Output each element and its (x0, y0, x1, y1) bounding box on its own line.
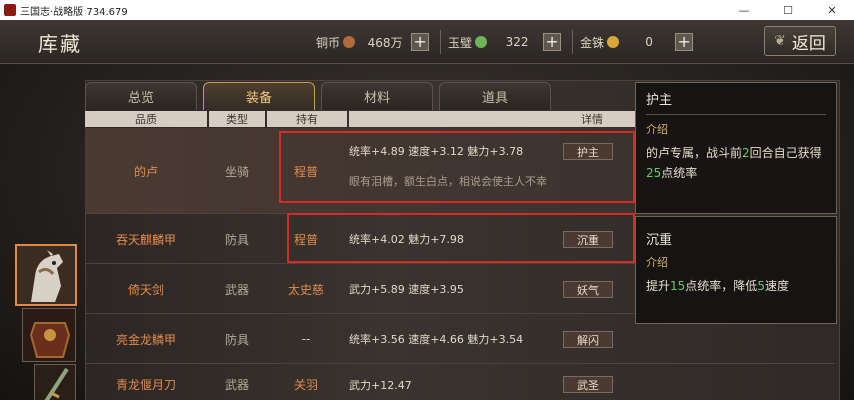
window-title: 三国志·战略版 734.679 (20, 6, 128, 18)
tooltip-number: 5 (757, 279, 765, 293)
equipment-owner: 关羽 (293, 377, 318, 392)
resource-copper: 铜币 468万 + (316, 31, 430, 53)
resource-value: 0 (645, 35, 653, 49)
column-details: 详情 (349, 111, 635, 127)
equipment-type: 防具 (224, 232, 249, 247)
resource-gold: 金铢 0 + (580, 31, 694, 53)
resource-value: 322 (505, 35, 529, 49)
tooltip-body: 的卢专属，战斗前2回合自己获得 25点统率 (636, 137, 836, 183)
resource-label: 玉璧 (448, 35, 473, 50)
maximize-button[interactable]: ☐ (766, 0, 810, 20)
copper-coin-icon (343, 36, 356, 48)
tab-overview[interactable]: 总览 (85, 82, 197, 110)
add-copper-button[interactable]: + (411, 33, 430, 51)
resource-label: 金铢 (580, 35, 605, 50)
close-window-button[interactable]: ✕ (810, 0, 854, 20)
tooltip-text: 点统率，降低 (685, 279, 758, 293)
scroll-ornament-icon: ❦ (774, 33, 786, 49)
minimize-button[interactable]: — (722, 0, 766, 20)
category-tabs: 总览 装备 材料 道具 (85, 82, 557, 110)
skill-badge[interactable]: 妖气 (563, 281, 613, 298)
divider (440, 30, 441, 54)
tooltip-number: 25 (646, 166, 662, 180)
sword-icon (35, 365, 75, 400)
game-screen: 库藏 铜币 468万 + 玉璧 322 + 金铢 0 + ❦ 返回 总览 装备 … (0, 20, 854, 400)
top-bar: 库藏 铜币 468万 + 玉璧 322 + 金铢 0 + ❦ 返回 (0, 20, 854, 64)
gold-coin-icon (607, 36, 620, 48)
skill-badge[interactable]: 武圣 (563, 376, 613, 393)
table-row[interactable]: 青龙偃月刀 武器 关羽 武力+12.47 武圣 (85, 364, 835, 400)
equipment-type: 坐骑 (224, 164, 249, 179)
tooltip-text: 回合自己获得 (749, 146, 822, 160)
tab-items[interactable]: 道具 (439, 82, 551, 110)
equipment-name: 亮金龙鳞甲 (115, 332, 176, 347)
jade-icon (475, 36, 488, 48)
add-jade-button[interactable]: + (543, 33, 562, 51)
column-details-label: 详情 (581, 113, 603, 126)
equipment-name: 吞天麒麟甲 (115, 232, 176, 247)
tooltip-number: 2 (742, 146, 750, 160)
equipment-name: 的卢 (133, 164, 158, 179)
tab-equipment[interactable]: 装备 (203, 82, 315, 110)
window-titlebar: 三国志·战略版 734.679 — ☐ ✕ (0, 0, 854, 20)
tooltip-number: 15 (670, 279, 686, 293)
app-icon (4, 4, 16, 16)
equipment-type: 武器 (224, 377, 249, 392)
add-gold-button[interactable]: + (675, 33, 694, 51)
weapon-portrait[interactable] (34, 364, 76, 400)
equipment-stats: 武力+5.89 速度+3.95 (349, 283, 464, 296)
tooltip-body: 提升15点统率，降低5速度 (636, 270, 836, 296)
equipment-type: 防具 (224, 332, 249, 347)
tooltip-text: 的卢专属，战斗前 (646, 146, 743, 160)
equipment-type: 武器 (224, 282, 249, 297)
tooltip-heading: 介绍 (646, 123, 668, 136)
column-owner[interactable]: 持有 (267, 111, 347, 127)
equipment-name: 倚天剑 (127, 282, 164, 297)
tooltip-title: 沉重 (646, 233, 673, 248)
armor-icon (23, 309, 75, 361)
equipment-owner: 太史慈 (287, 282, 324, 297)
column-quality[interactable]: 品质 (85, 111, 207, 127)
equipment-owner: -- (301, 332, 311, 346)
resource-label: 铜币 (316, 35, 341, 50)
tooltip-text: 提升 (646, 279, 671, 293)
skill-tooltip-chenzhong: 沉重 介绍 提升15点统率，降低5速度 (635, 216, 837, 324)
tab-materials[interactable]: 材料 (321, 82, 433, 110)
resource-jade: 玉璧 322 + (448, 31, 562, 53)
skill-badge[interactable]: 解闪 (563, 331, 613, 348)
tooltip-text: 点统率 (661, 166, 698, 180)
equipment-stats: 统率+3.56 速度+4.66 魅力+3.54 (349, 333, 524, 346)
divider (572, 30, 573, 54)
equipment-name: 青龙偃月刀 (115, 377, 176, 392)
highlight-box (287, 213, 635, 263)
tooltip-title: 护主 (646, 93, 673, 108)
horse-portrait[interactable] (15, 244, 77, 306)
back-label: 返回 (791, 33, 826, 54)
armor-portrait[interactable] (22, 308, 76, 362)
skill-tooltip-huzhu: 护主 介绍 的卢专属，战斗前2回合自己获得 25点统率 (635, 82, 837, 214)
back-button[interactable]: ❦ 返回 (764, 26, 836, 56)
equipment-stats: 武力+12.47 (349, 379, 412, 392)
horse-icon (17, 246, 75, 304)
tooltip-text: 速度 (764, 279, 789, 293)
resource-value: 468万 (367, 35, 403, 50)
column-type[interactable]: 类型 (209, 111, 265, 127)
highlight-box (279, 131, 635, 203)
tooltip-heading: 介绍 (646, 256, 668, 269)
page-title: 库藏 (38, 32, 82, 56)
